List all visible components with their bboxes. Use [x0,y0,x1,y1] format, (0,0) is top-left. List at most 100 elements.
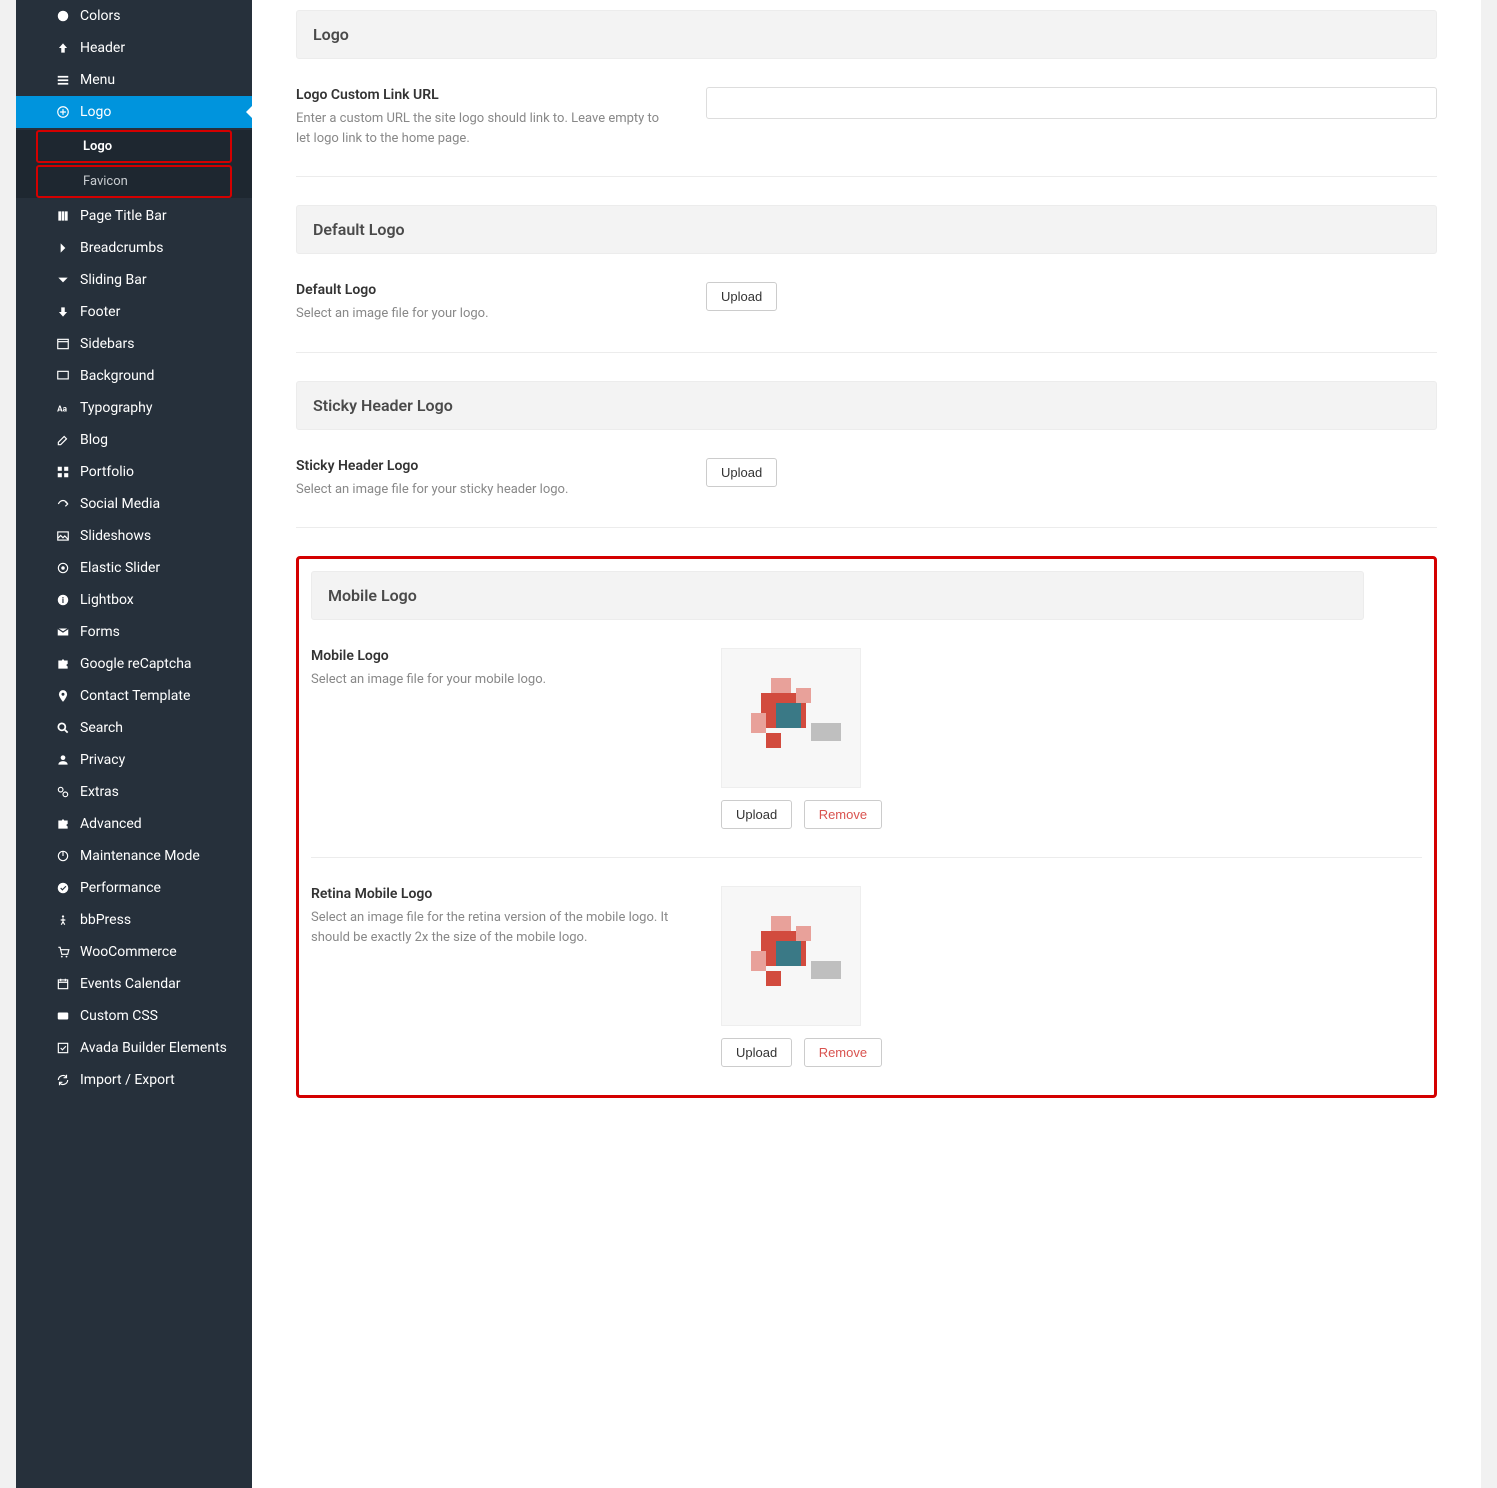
sidebar-item-label: Typography [80,400,152,416]
puzzle-icon [54,657,72,671]
sidebar-item-contact-template[interactable]: Contact Template [16,680,252,712]
field-logo-custom-url: Logo Custom Link URL Enter a custom URL … [296,59,1437,177]
highlight-box-logo-sub: Logo [36,130,232,163]
upload-button[interactable]: Upload [706,458,777,487]
sidebar-item-label: Advanced [80,816,142,832]
sidebar-item-label: Header [80,40,125,56]
sidebar-item-extras[interactable]: Extras [16,776,252,808]
sidebar-item-label: bbPress [80,912,131,928]
field-label: Retina Mobile Logo [311,886,681,902]
sidebar-item-google-recaptcha[interactable]: Google reCaptcha [16,648,252,680]
sidebar-item-label: Forms [80,624,120,640]
sidebar-item-search[interactable]: Search [16,712,252,744]
sidebar-item-label: Google reCaptcha [80,656,192,672]
sidebar-item-slideshows[interactable]: Slideshows [16,520,252,552]
upload-button[interactable]: Upload [706,282,777,311]
sidebar-item-avada-builder-elements[interactable]: Avada Builder Elements [16,1032,252,1064]
highlight-box-favicon-sub: Favicon [36,165,232,198]
mobile-logo-thumbnail[interactable] [721,648,861,788]
sidebar-item-import-export[interactable]: Import / Export [16,1064,252,1096]
sidebar-item-lightbox[interactable]: i Lightbox [16,584,252,616]
sidebar-item-social-media[interactable]: Social Media [16,488,252,520]
share-icon [54,497,72,511]
sidebar-item-menu[interactable]: Menu [16,64,252,96]
refresh-icon [54,1073,72,1087]
field-label: Logo Custom Link URL [296,87,666,103]
edit-icon [54,433,72,447]
sidebar-item-page-title-bar[interactable]: Page Title Bar [16,200,252,232]
sidebar-item-bbpress[interactable]: bbPress [16,904,252,936]
field-description: Select an image file for the retina vers… [311,908,681,947]
sidebar-item-header[interactable]: Header [16,32,252,64]
sidebar-item-label: Logo [80,104,111,120]
sidebar-item-logo[interactable]: Logo [16,96,252,128]
sidebar-item-label: Menu [80,72,115,88]
code-icon [54,1009,72,1023]
sidebar-item-label: WooCommerce [80,944,177,960]
chevron-right-icon [54,241,72,255]
remove-button[interactable]: Remove [804,800,882,829]
upload-button[interactable]: Upload [721,1038,792,1067]
section-header-default-logo: Default Logo [296,205,1437,254]
retina-mobile-logo-thumbnail[interactable] [721,886,861,1026]
person-icon [54,913,72,927]
sidebar-item-label: Maintenance Mode [80,848,200,864]
field-sticky-logo: Sticky Header Logo Select an image file … [296,430,1437,529]
desktop-icon [54,369,72,383]
image-icon [54,529,72,543]
info-icon: i [54,593,72,607]
sidebar-item-forms[interactable]: Forms [16,616,252,648]
power-icon [54,849,72,863]
sidebar-item-colors[interactable]: Colors [16,0,252,32]
sidebar-item-custom-css[interactable]: Custom CSS [16,1000,252,1032]
sidebar-item-label: Search [80,720,123,736]
chevron-down-icon [54,273,72,287]
sidebar-subitem-logo[interactable]: Logo [38,132,230,161]
arrow-up-icon [54,41,72,55]
logo-preview-image [741,906,841,1006]
sidebar-submenu-logo: Logo Favicon [16,130,252,198]
logo-preview-image [741,668,841,768]
sidebar-item-label: Social Media [80,496,160,512]
field-retina-mobile-logo: Retina Mobile Logo Select an image file … [311,858,1422,1095]
arrow-down-icon [54,305,72,319]
highlight-box-mobile-logo: Mobile Logo Mobile Logo Select an image … [296,556,1437,1098]
field-default-logo: Default Logo Select an image file for yo… [296,254,1437,353]
sidebar-item-breadcrumbs[interactable]: Breadcrumbs [16,232,252,264]
sidebar-item-label: Lightbox [80,592,134,608]
sidebar-item-portfolio[interactable]: Portfolio [16,456,252,488]
sidebar-item-maintenance-mode[interactable]: Maintenance Mode [16,840,252,872]
map-pin-icon [54,689,72,703]
palette-icon [54,9,72,23]
sidebar-subitem-favicon[interactable]: Favicon [38,167,230,196]
section-header-logo: Logo [296,10,1437,59]
field-label: Sticky Header Logo [296,458,666,474]
svg-text:Aa: Aa [57,404,67,414]
sidebar-item-advanced[interactable]: Advanced [16,808,252,840]
grid-icon [54,465,72,479]
sidebar-item-label: Privacy [80,752,125,768]
logo-custom-url-input[interactable] [706,87,1437,119]
sidebar-item-footer[interactable]: Footer [16,296,252,328]
sidebar-item-events-calendar[interactable]: Events Calendar [16,968,252,1000]
sidebar-item-label: Blog [80,432,108,448]
sidebar-item-sidebars[interactable]: Sidebars [16,328,252,360]
cart-icon [54,945,72,959]
section-header-mobile-logo: Mobile Logo [311,571,1364,620]
sidebar-item-background[interactable]: Background [16,360,252,392]
field-label: Mobile Logo [311,648,681,664]
sidebar-item-woocommerce[interactable]: WooCommerce [16,936,252,968]
sidebar-item-privacy[interactable]: Privacy [16,744,252,776]
bars-icon [54,73,72,87]
sidebar-item-sliding-bar[interactable]: Sliding Bar [16,264,252,296]
sidebar-item-label: Elastic Slider [80,560,160,576]
remove-button[interactable]: Remove [804,1038,882,1067]
sidebar-item-blog[interactable]: Blog [16,424,252,456]
sidebar-item-elastic-slider[interactable]: Elastic Slider [16,552,252,584]
columns-icon [54,209,72,223]
sidebar-item-typography[interactable]: Aa Typography [16,392,252,424]
sidebar-item-label: Footer [80,304,120,320]
sidebar-item-performance[interactable]: Performance [16,872,252,904]
upload-button[interactable]: Upload [721,800,792,829]
sidebar-item-label: Avada Builder Elements [80,1040,227,1056]
